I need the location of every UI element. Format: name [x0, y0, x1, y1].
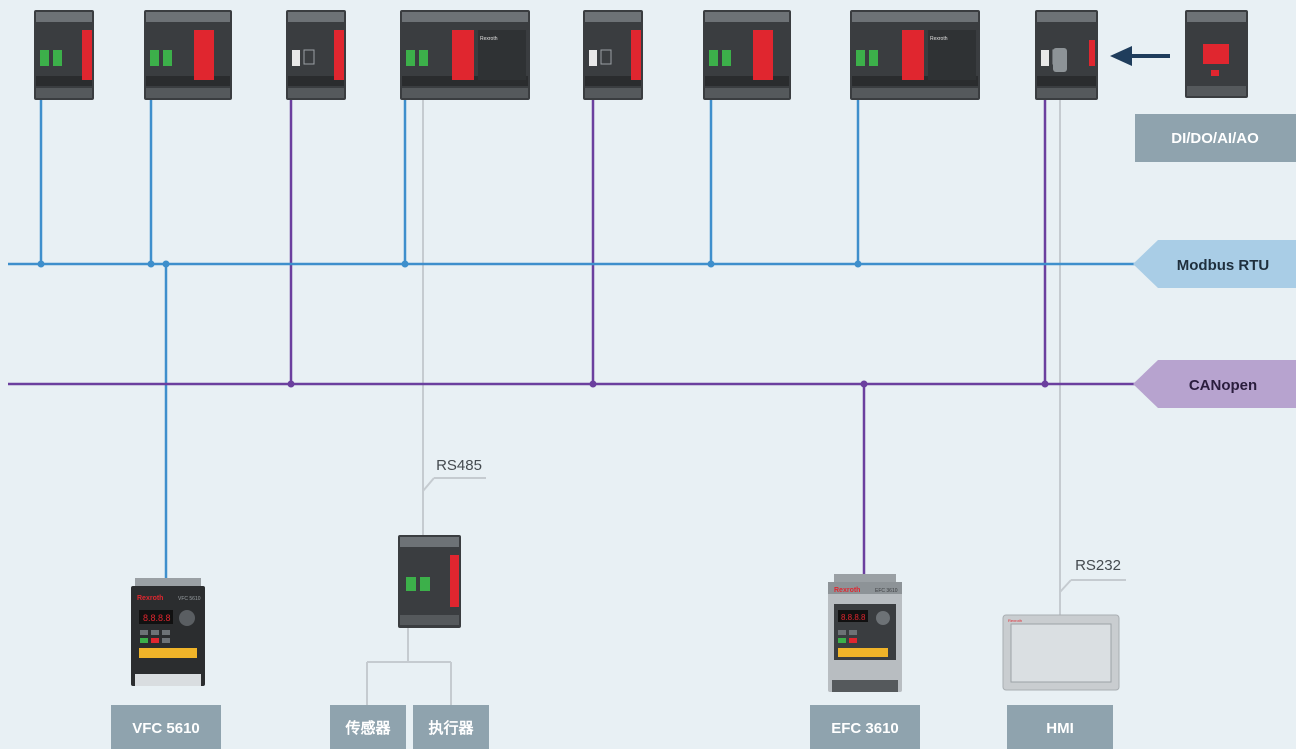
- vfc-label-box: VFC 5610: [111, 705, 221, 749]
- svg-text:8.8.8.8: 8.8.8.8: [143, 613, 171, 623]
- sensor-label-box: 传感器: [330, 705, 406, 749]
- efc-model-text: EFC 3610: [875, 588, 898, 594]
- vfc-drive: Rexroth VFC 5610 8.8.8.8: [131, 578, 205, 686]
- hmi-label-box: HMI: [1007, 705, 1113, 749]
- bus-junctions: [37, 260, 1049, 388]
- rs485-label: RS485: [436, 457, 482, 474]
- modbus-tag: Modbus RTU: [1133, 240, 1296, 288]
- actuator-label: 执行器: [428, 719, 474, 737]
- canopen-tag-label: CANopen: [1189, 377, 1257, 394]
- junction-dot: [1041, 380, 1049, 388]
- arrow-left-icon: [1110, 46, 1170, 66]
- hmi-brand-label: Rexroth: [1008, 618, 1022, 623]
- junction-dot: [162, 260, 170, 268]
- junction-dot: [147, 260, 155, 268]
- junction-dot: [287, 380, 295, 388]
- rs485-label-group: RS485: [422, 457, 486, 492]
- junction-dot: [401, 260, 409, 268]
- junction-dot: [860, 380, 868, 388]
- plc-controller: [144, 10, 232, 100]
- hmi-label: HMI: [1046, 720, 1074, 737]
- junction-dot: [854, 260, 862, 268]
- plc-controller: [1035, 10, 1098, 100]
- sensor-label: 传感器: [344, 719, 391, 737]
- hmi-panel: Rexroth: [1002, 614, 1120, 691]
- plc-controller: Rexroth: [850, 10, 980, 100]
- plc-controller: [286, 10, 346, 100]
- modbus-tag-label: Modbus RTU: [1177, 257, 1269, 274]
- vfc-label: VFC 5610: [132, 720, 200, 737]
- vfc-model-text: VFC 5610: [178, 596, 201, 602]
- plc-controller: [583, 10, 643, 100]
- junction-dot: [589, 380, 597, 388]
- plc-brand-label: Rexroth: [480, 36, 498, 42]
- efc-drive: Rexroth EFC 3610 8.8.8.8: [828, 574, 902, 692]
- rs485-io-module: [398, 535, 461, 628]
- plc-brand-label: Rexroth: [930, 36, 948, 42]
- junction-dot: [707, 260, 715, 268]
- plc-row: Rexroth Rexroth: [34, 10, 1098, 100]
- vfc-brand-label: Rexroth: [137, 595, 163, 602]
- plc-controller: [34, 10, 94, 100]
- svg-text:8.8.8.8: 8.8.8.8: [841, 613, 866, 622]
- canopen-tag: CANopen: [1133, 360, 1296, 408]
- io-module-label-box: DI/DO/AI/AO: [1135, 114, 1296, 162]
- efc-label-box: EFC 3610: [810, 705, 920, 749]
- rs232-label: RS232: [1075, 557, 1121, 574]
- actuator-label-box: 执行器: [413, 705, 489, 749]
- io-module-label: DI/DO/AI/AO: [1171, 130, 1259, 147]
- network-topology-diagram: Modbus RTU CANopen Rexroth Rexroth DI/DO/…: [8, 10, 1296, 749]
- io-module: [1185, 10, 1248, 98]
- junction-dot: [37, 260, 45, 268]
- plc-controller: [703, 10, 791, 100]
- plc-controller: Rexroth: [400, 10, 530, 100]
- rs232-label-group: RS232: [1059, 557, 1126, 593]
- efc-label: EFC 3610: [831, 720, 899, 737]
- efc-brand-label: Rexroth: [834, 587, 860, 594]
